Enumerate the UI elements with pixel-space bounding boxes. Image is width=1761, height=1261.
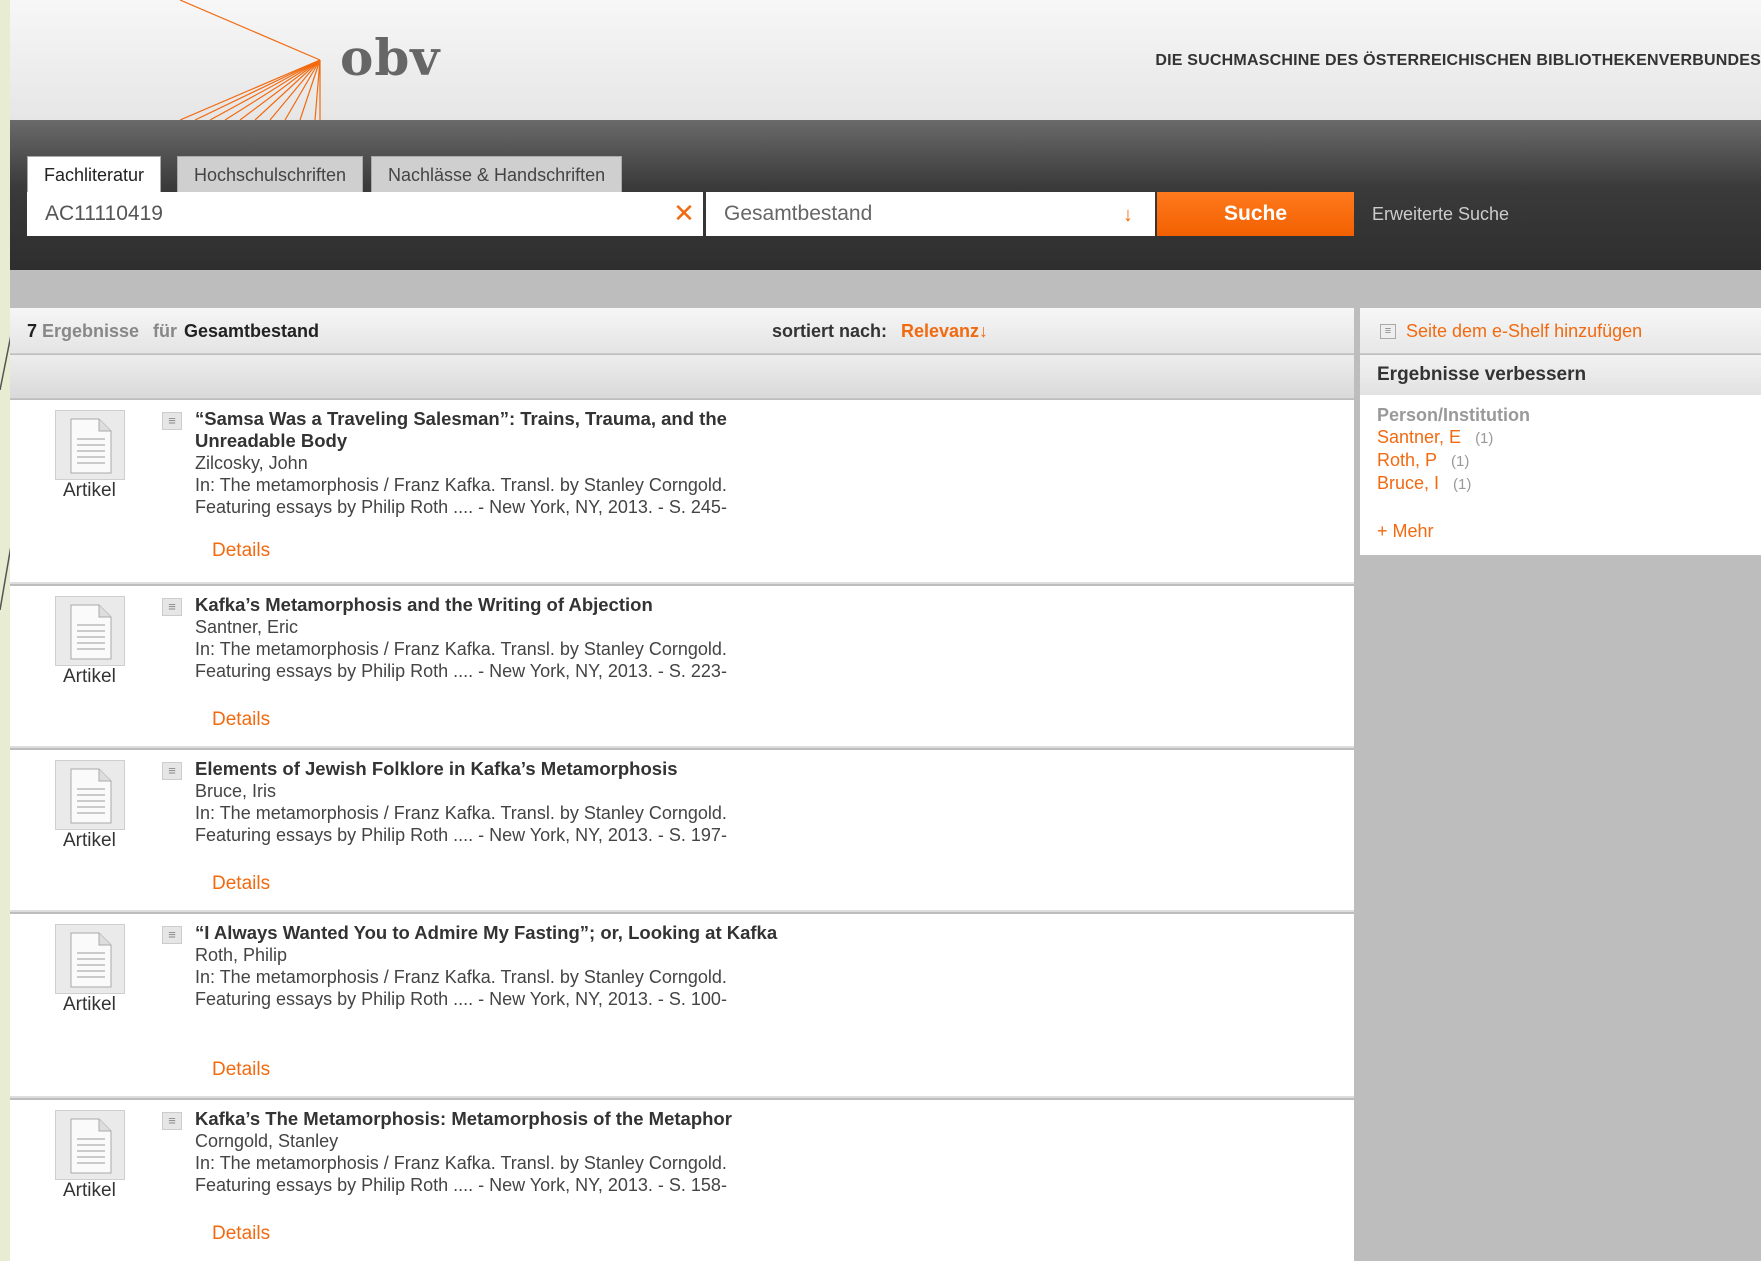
results-scope: Gesamtbestand (184, 321, 320, 341)
document-icon[interactable] (55, 760, 125, 830)
results-label: Ergebnisse (42, 321, 140, 341)
results-count: 7 (27, 321, 38, 341)
result-text: Kafka’s Metamorphosis and the Writing of… (195, 594, 795, 682)
refine-results-heading: Ergebnisse verbessern (1360, 355, 1761, 395)
result-source: In: The metamorphosis / Franz Kafka. Tra… (195, 967, 727, 1009)
tab-fachliteratur[interactable]: Fachliteratur (27, 156, 162, 192)
result-source: In: The metamorphosis / Franz Kafka. Tra… (195, 803, 727, 845)
result-item: Artikel ≡ Kafka’s Metamorphosis and the … (10, 586, 1354, 748)
page: obv DIE SUCHMASCHINE DES ÖSTERREICHISCHE… (10, 0, 1761, 1261)
facet-item[interactable]: Santner, E (1) (1377, 427, 1493, 448)
details-link[interactable]: Details (212, 709, 270, 731)
search-button[interactable]: Suche (1157, 192, 1354, 236)
facet-label[interactable]: Roth, P (1377, 450, 1437, 470)
result-title[interactable]: Elements of Jewish Folklore in Kafka’s M… (195, 758, 795, 780)
result-item: Artikel ≡ Elements of Jewish Folklore in… (10, 750, 1354, 912)
list-icon[interactable]: ≡ (162, 1112, 182, 1130)
document-icon[interactable] (55, 1110, 125, 1180)
facet-label[interactable]: Bruce, I (1377, 473, 1439, 493)
scope-select-value: Gesamtbestand (724, 202, 873, 225)
site-tagline: DIE SUCHMASCHINE DES ÖSTERREICHISCHEN BI… (1155, 52, 1761, 69)
add-to-eshelf-bar: ≡ Seite dem e-Shelf hinzufügen (1360, 308, 1761, 354)
shelf-icon: ≡ (1380, 324, 1396, 339)
obv-logo[interactable]: obv (180, 0, 460, 120)
result-title[interactable]: “I Always Wanted You to Admire My Fastin… (195, 922, 795, 944)
add-to-eshelf-link[interactable]: Seite dem e-Shelf hinzufügen (1406, 308, 1642, 354)
result-text: “Samsa Was a Traveling Salesman”: Trains… (195, 408, 795, 518)
details-link[interactable]: Details (212, 873, 270, 895)
tab-nachlaesse-handschriften[interactable]: Nachlässe & Handschriften (371, 156, 623, 192)
facet-count: (1) (1475, 430, 1494, 447)
facet-item[interactable]: Roth, P (1) (1377, 450, 1469, 471)
result-type: Artikel (63, 1180, 116, 1201)
more-facets-link[interactable]: + Mehr (1377, 521, 1434, 542)
logo-text: obv (340, 28, 441, 87)
list-icon[interactable]: ≡ (162, 598, 182, 616)
facet-section-title: Person/Institution (1377, 405, 1530, 425)
result-type: Artikel (63, 830, 116, 851)
logo-rays-icon (180, 0, 321, 120)
search-bar: Fachliteratur Hochschulschriften Nachläs… (10, 120, 1761, 270)
facet-count: (1) (1453, 476, 1472, 493)
facet-panel: Person/Institution Santner, E (1) Roth, P… (1360, 395, 1761, 555)
result-source: In: The metamorphosis / Franz Kafka. Tra… (195, 475, 727, 517)
facet-label[interactable]: Santner, E (1377, 427, 1461, 447)
result-author: Zilcosky, John (195, 453, 308, 473)
result-item: Artikel ≡ “Samsa Was a Traveling Salesma… (10, 400, 1354, 584)
list-icon[interactable]: ≡ (162, 762, 182, 780)
details-link[interactable]: Details (212, 1059, 270, 1081)
result-author: Corngold, Stanley (195, 1131, 339, 1151)
document-icon[interactable] (55, 924, 125, 994)
results-summary-bar: 7 Ergebnisse für Gesamtbestand sortiert … (10, 308, 1354, 354)
result-author: Santner, Eric (195, 617, 299, 637)
tab-hochschulschriften[interactable]: Hochschulschriften (177, 156, 364, 192)
sort-label: sortiert nach: (772, 321, 888, 341)
result-title[interactable]: “Samsa Was a Traveling Salesman”: Trains… (195, 408, 795, 452)
result-text: “I Always Wanted You to Admire My Fastin… (195, 922, 795, 1010)
results-for-label: für (153, 321, 177, 341)
site-header: obv DIE SUCHMASCHINE DES ÖSTERREICHISCHE… (10, 0, 1761, 120)
result-type: Artikel (63, 480, 116, 501)
result-type: Artikel (63, 994, 116, 1015)
sort-relevance-link[interactable]: Relevanz↓ (901, 308, 988, 354)
facet-count: (1) (1451, 453, 1470, 470)
document-icon[interactable] (55, 596, 125, 666)
result-source: In: The metamorphosis / Franz Kafka. Tra… (195, 639, 727, 681)
document-icon[interactable] (55, 410, 125, 480)
advanced-search-link[interactable]: Erweiterte Suche (1372, 192, 1509, 236)
search-input[interactable] (27, 192, 703, 236)
result-author: Roth, Philip (195, 945, 288, 965)
scope-select[interactable]: Gesamtbestand ↓ (706, 192, 1155, 236)
result-type: Artikel (63, 666, 116, 687)
close-icon[interactable]: ✕ (670, 198, 698, 228)
arrow-down-icon: ↓ (1123, 204, 1133, 226)
result-item: Artikel ≡ “I Always Wanted You to Admire… (10, 914, 1354, 1098)
results-toolbar (10, 355, 1354, 399)
details-link[interactable]: Details (212, 540, 270, 562)
result-title[interactable]: Kafka’s The Metamorphosis: Metamorphosis… (195, 1108, 795, 1130)
result-item: Artikel ≡ Kafka’s The Metamorphosis: Met… (10, 1100, 1354, 1261)
list-icon[interactable]: ≡ (162, 412, 182, 430)
facet-item[interactable]: Bruce, I (1) (1377, 473, 1471, 494)
result-text: Elements of Jewish Folklore in Kafka’s M… (195, 758, 795, 846)
list-icon[interactable]: ≡ (162, 926, 182, 944)
result-source: In: The metamorphosis / Franz Kafka. Tra… (195, 1153, 727, 1195)
details-link[interactable]: Details (212, 1223, 270, 1245)
result-title[interactable]: Kafka’s Metamorphosis and the Writing of… (195, 594, 795, 616)
result-author: Bruce, Iris (195, 781, 277, 801)
result-text: Kafka’s The Metamorphosis: Metamorphosis… (195, 1108, 795, 1196)
